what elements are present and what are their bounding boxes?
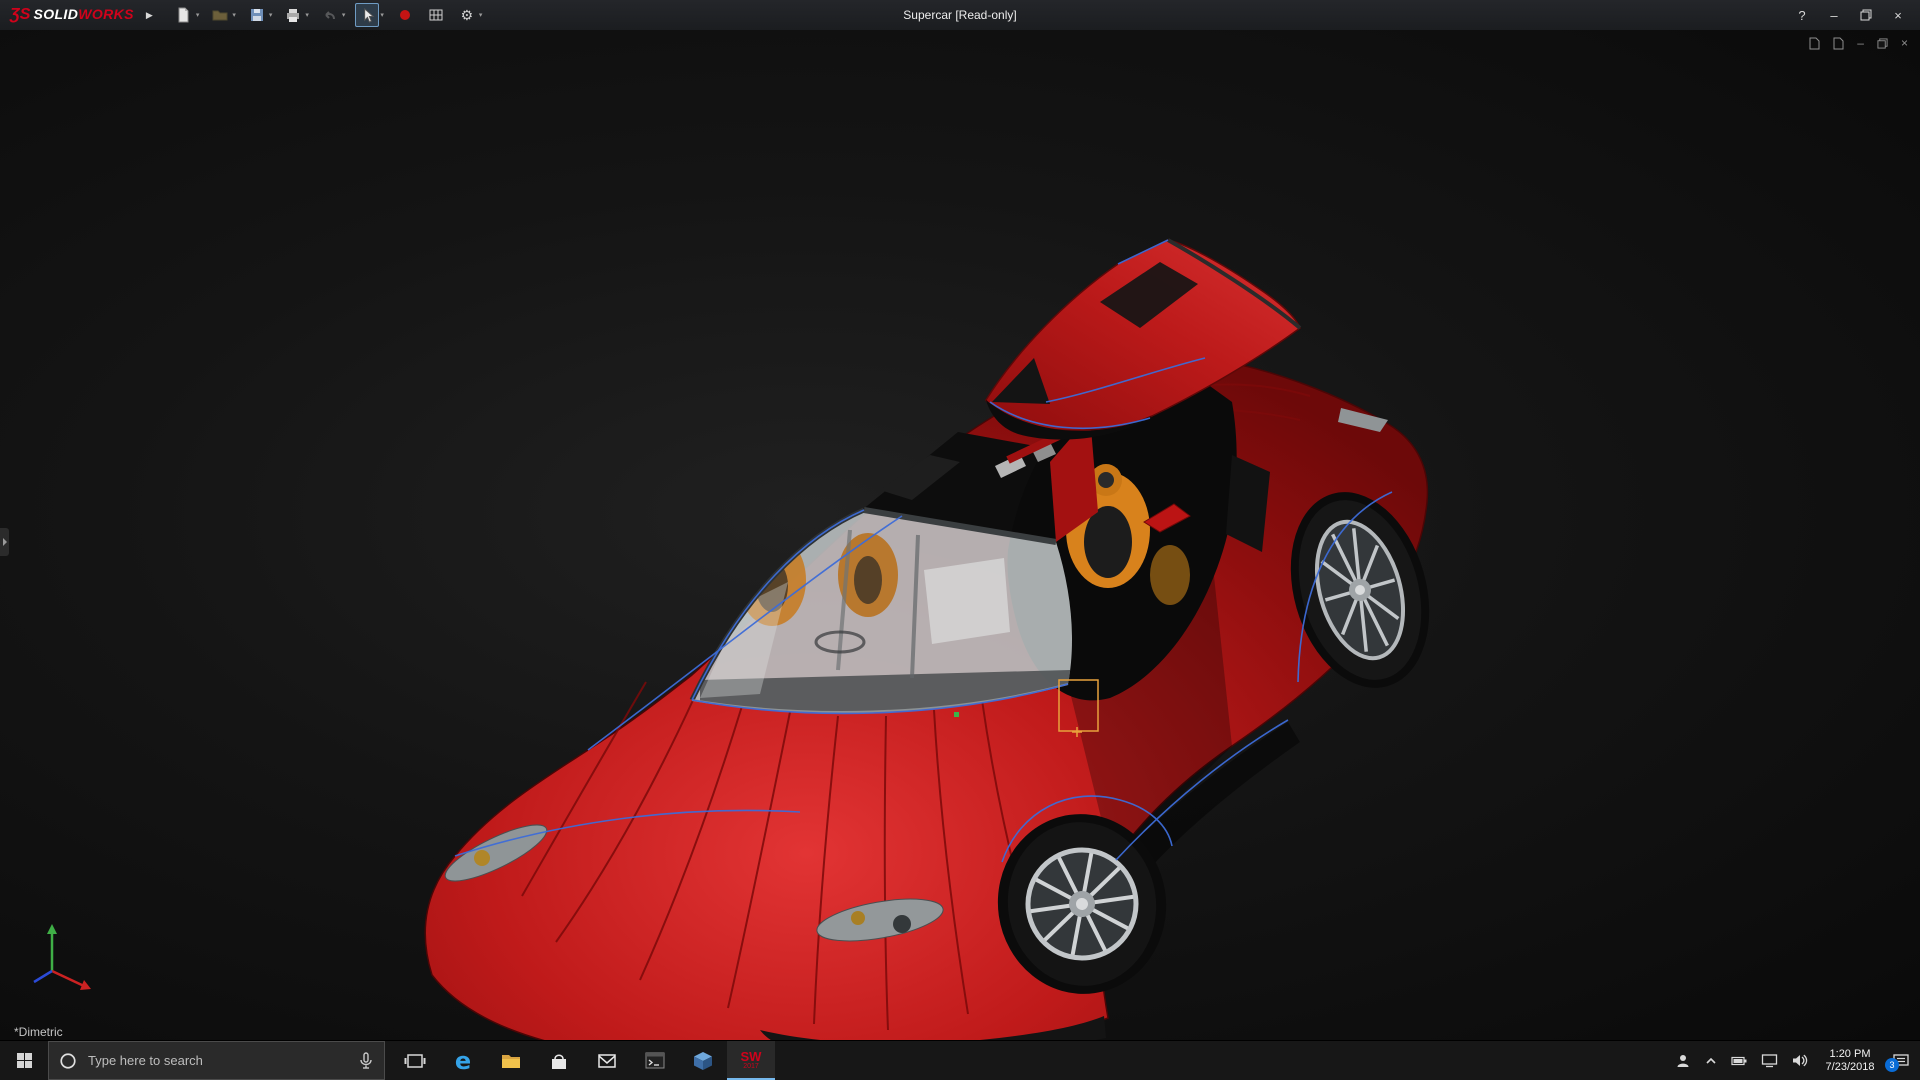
page-icon [1833,37,1844,50]
red-circle-icon [398,8,412,22]
solidworks-logo: ƷS SOLID WORKS [0,6,134,24]
doc-page-button-2[interactable] [1833,37,1844,50]
new-document-button[interactable] [173,4,195,26]
select-tool-button[interactable] [355,3,379,27]
system-tray: 1:20 PM 7/23/2018 3 [1675,1041,1920,1080]
solidworks-app-year: 2017 [743,1063,759,1070]
clock-time: 1:20 PM [1821,1048,1879,1061]
window-title: Supercar [Read-only] [903,8,1016,22]
select-cursor-icon [360,8,375,23]
battery-icon [1731,1054,1748,1068]
windows-logo-icon [16,1052,33,1069]
options-button[interactable]: ⚙ [456,4,478,26]
cad-cube-icon [692,1050,714,1072]
restore-icon [1877,38,1888,49]
caret-icon[interactable]: ▾ [232,11,236,19]
network-display-icon [1761,1053,1778,1068]
ds-logo-icon: ƷS [10,6,30,24]
pinned-apps: e [391,1041,775,1080]
caret-icon[interactable]: ▾ [196,11,200,19]
minimize-button[interactable]: – [1818,0,1850,30]
graphics-viewport[interactable]: – × *Dimetric [0,30,1920,1040]
car-model [425,240,1451,1040]
people-button[interactable] [1675,1053,1691,1069]
caret-icon[interactable]: ▾ [479,11,483,19]
solidworks-app-button[interactable]: SW 2017 [727,1041,775,1080]
restore-button[interactable] [1850,0,1882,30]
quick-access-toolbar: ▾ ▾ ▾ [173,3,491,27]
volume-button[interactable] [1791,1053,1808,1068]
mail-button[interactable] [583,1041,631,1080]
close-button[interactable]: × [1882,0,1914,30]
doc-restore-button[interactable] [1877,38,1888,49]
brand-works: WORKS [78,6,134,22]
flyout-arrow-icon [2,537,8,547]
new-document-icon [176,7,192,23]
featuremanager-flyout-tab[interactable] [0,528,9,556]
network-button[interactable] [1761,1053,1778,1068]
printer-icon [285,7,301,23]
taskbar: e [0,1040,1920,1080]
evaluate-grid-button[interactable] [425,4,447,26]
folder-icon [500,1050,522,1072]
mail-envelope-icon [596,1050,618,1072]
task-view-icon [404,1050,426,1072]
caret-icon[interactable]: ▾ [380,11,384,19]
open-button[interactable] [209,4,231,26]
battery-button[interactable] [1731,1054,1748,1068]
action-center-button[interactable]: 3 [1892,1052,1910,1069]
titlebar: ƷS SOLID WORKS ▶ ▾ ▾ [0,0,1920,30]
start-button[interactable] [0,1041,48,1080]
caret-icon[interactable]: ▾ [269,11,273,19]
file-explorer-button[interactable] [487,1041,535,1080]
orientation-triad [34,924,91,990]
print-button[interactable] [282,4,304,26]
sketch-point [954,712,959,717]
caret-icon[interactable]: ▾ [305,11,309,19]
task-view-button[interactable] [391,1041,439,1080]
view-orientation-label: *Dimetric [14,1025,63,1039]
search-input[interactable] [86,1052,349,1069]
graphics-area[interactable] [0,30,1920,1040]
undo-button[interactable] [319,4,341,26]
cortana-icon[interactable] [59,1052,77,1070]
caret-icon[interactable]: ▾ [342,11,346,19]
taskbar-search[interactable] [48,1041,385,1080]
doc-close-button[interactable]: × [1901,36,1908,50]
document-window-controls: – × [1809,36,1908,50]
brand-solid: SOLID [33,6,78,22]
record-button[interactable] [394,4,416,26]
doc-minimize-button[interactable]: – [1857,36,1864,50]
help-button[interactable]: ? [1786,0,1818,30]
window-controls: ? – × [1786,0,1920,30]
notification-badge: 3 [1885,1058,1899,1072]
microphone-icon[interactable] [358,1052,374,1070]
windshield [692,510,1072,718]
save-button[interactable] [246,4,268,26]
page-icon [1809,37,1820,50]
grid-sheet-icon [428,7,444,23]
open-folder-icon [212,7,228,23]
chevron-up-icon [1704,1054,1718,1068]
people-icon [1675,1053,1691,1069]
save-floppy-icon [249,7,265,23]
hidden-icons-button[interactable] [1704,1054,1718,1068]
taskbar-clock[interactable]: 1:20 PM 7/23/2018 [1821,1048,1879,1074]
store-bag-icon [548,1050,570,1072]
edge-button[interactable]: e [439,1041,487,1080]
undo-arrow-icon [322,7,338,23]
command-prompt-button[interactable] [631,1041,679,1080]
menu-flyout-arrow-icon[interactable]: ▶ [146,10,153,21]
gear-icon: ⚙ [461,8,474,22]
cad-cube-button[interactable] [679,1041,727,1080]
volume-icon [1791,1053,1808,1068]
restore-icon [1860,9,1872,21]
solidworks-app-icon: SW [741,1051,762,1063]
store-button[interactable] [535,1041,583,1080]
clock-date: 7/23/2018 [1821,1061,1879,1074]
edge-icon: e [455,1049,471,1073]
command-prompt-icon [644,1050,666,1072]
doc-page-button[interactable] [1809,37,1820,50]
